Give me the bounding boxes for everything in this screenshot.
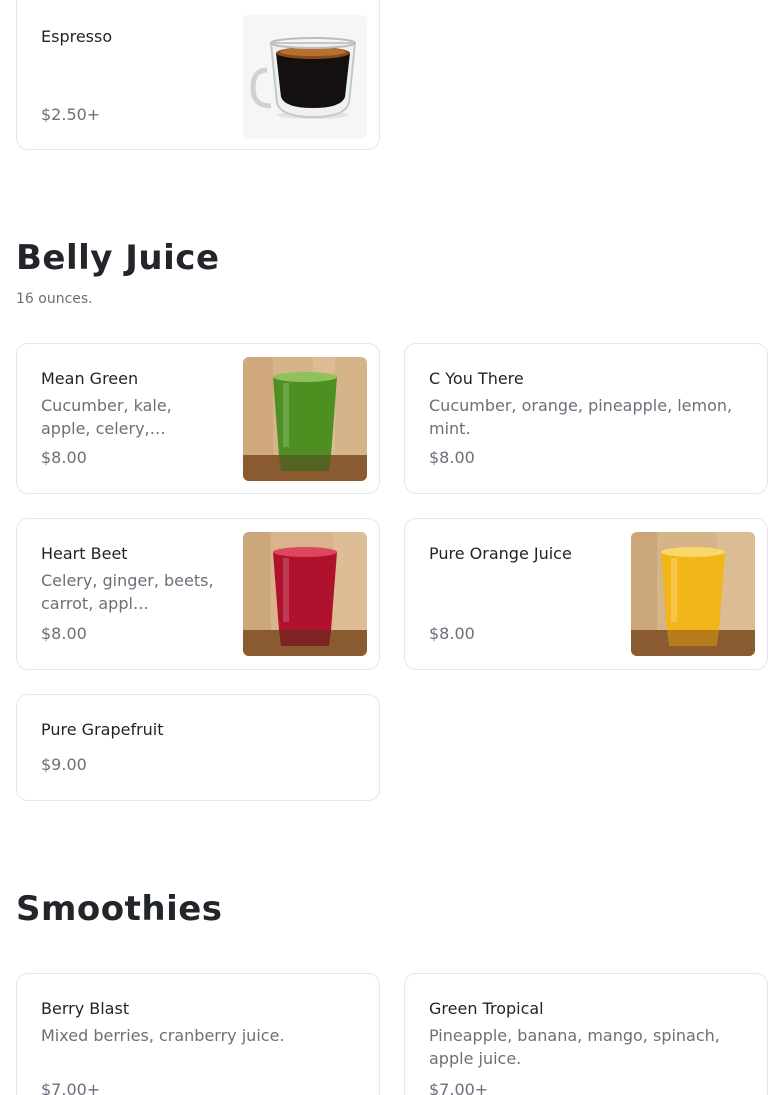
item-description: Pineapple, banana, mango, spinach, apple… <box>429 1026 720 1068</box>
menu-item-pure-grapefruit[interactable]: Pure Grapefruit $9.00 <box>16 694 380 801</box>
section-subtitle: 16 ounces. <box>16 291 93 307</box>
item-price: $8.00 <box>41 448 87 467</box>
item-name: Berry Blast <box>41 999 130 1018</box>
item-price: $8.00 <box>41 624 87 643</box>
section-title-smoothies: Smoothies <box>16 889 223 929</box>
item-price: $9.00 <box>41 755 87 774</box>
item-description: Cucumber, kale, apple, celery,… <box>41 396 172 438</box>
item-price: $8.00 <box>429 448 475 467</box>
item-price: $8.00 <box>429 624 475 643</box>
orange-juice-photo <box>631 532 755 656</box>
section-title-belly-juice: Belly Juice <box>16 238 220 278</box>
item-description: Mixed berries, cranberry juice. <box>41 1026 285 1045</box>
menu-page: Espresso $2.50+ Belly Juice 16 ounces. M… <box>0 0 784 1095</box>
item-description: Celery, ginger, beets, carrot, appl… <box>41 571 214 613</box>
beet-juice-photo <box>243 532 367 656</box>
espresso-cup-photo <box>243 15 367 139</box>
item-name: Pure Orange Juice <box>429 544 572 563</box>
menu-item-heart-beet[interactable]: Heart Beet Celery, ginger, beets, carrot… <box>16 518 380 670</box>
item-name: Pure Grapefruit <box>41 720 164 739</box>
menu-item-green-tropical[interactable]: Green Tropical Pineapple, banana, mango,… <box>404 973 768 1095</box>
menu-item-mean-green[interactable]: Mean Green Cucumber, kale, apple, celery… <box>16 343 380 494</box>
item-name: Heart Beet <box>41 544 128 563</box>
item-description: Cucumber, orange, pineapple, lemon, mint… <box>429 396 733 438</box>
item-price: $7.00+ <box>429 1080 489 1095</box>
menu-item-pure-orange-juice[interactable]: Pure Orange Juice $8.00 <box>404 518 768 670</box>
menu-item-berry-blast[interactable]: Berry Blast Mixed berries, cranberry jui… <box>16 973 380 1095</box>
green-juice-photo <box>243 357 367 481</box>
item-name: C You There <box>429 369 524 388</box>
item-price: $2.50+ <box>41 105 101 124</box>
item-name: Green Tropical <box>429 999 544 1018</box>
item-price: $7.00+ <box>41 1080 101 1095</box>
item-name: Espresso <box>41 27 113 46</box>
item-name: Mean Green <box>41 369 139 388</box>
menu-item-espresso[interactable]: Espresso $2.50+ <box>16 0 380 150</box>
menu-item-c-you-there[interactable]: C You There Cucumber, orange, pineapple,… <box>404 343 768 494</box>
